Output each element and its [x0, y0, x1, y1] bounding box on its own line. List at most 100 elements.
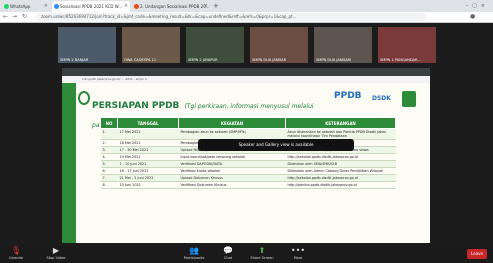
- presentation-slide: PERSIAPAN PPDB (Tgl perkiraan, informasi…: [62, 83, 430, 243]
- shared-url: cdn.ppdb.jabarprov.go.id/ ... 2021 - smp…: [62, 76, 430, 83]
- cell-no: 8.: [100, 181, 118, 189]
- share-screen-button[interactable]: ⬆ Share Screen: [248, 246, 276, 262]
- participants-label: Participants: [183, 256, 205, 260]
- mute-button[interactable]: 🎙 Unmute: [2, 246, 30, 262]
- cell-date: 19 Mei 2021: [117, 153, 179, 161]
- more-icon: •••: [290, 246, 306, 255]
- cell-activity: Input koordinat/peta lampung sekolah: [178, 153, 286, 161]
- participant-tile[interactable]: SMPN 2 BANJAR: [58, 27, 116, 63]
- cell-date: 1 - 10 Juni 2021: [117, 160, 179, 168]
- video-label: Stop Video: [46, 256, 66, 260]
- schedule-table: NO TANGGAL KEGIATAN KETERANGAN 1. 17 Mei…: [100, 117, 396, 189]
- cell-activity: Verifikasi kuota sekolah: [178, 167, 286, 175]
- cell-note: http://sekolah.ppdb.disdik.jabarprov.go.…: [285, 174, 396, 182]
- cell-date: 17 - 30 Mei 2021: [117, 146, 179, 154]
- close-icon[interactable]: ×: [204, 1, 208, 12]
- participant-name: SMPN DUA JANDAR: [252, 58, 287, 62]
- slide-title: PERSIAPAN PPDB: [92, 101, 180, 111]
- slide-title-block: PERSIAPAN PPDB (Tgl perkiraan, informasi…: [92, 93, 327, 129]
- profile-icon[interactable]: ●: [470, 13, 475, 21]
- cell-date: 16 - 17 Juni 2021: [117, 167, 179, 175]
- slide-left-stripe: [62, 83, 76, 243]
- cell-no: 3.: [100, 146, 118, 154]
- zoom-icon: [54, 4, 59, 9]
- participant-name: SMPN DUA JANDARI: [316, 58, 352, 62]
- cell-no: 7.: [100, 174, 118, 182]
- cell-no: 5.: [100, 160, 118, 168]
- chat-button[interactable]: 💬 Chat: [214, 246, 242, 262]
- cell-date: 17 Mei 2021: [117, 128, 179, 140]
- video-camera-icon: ▶: [52, 246, 60, 255]
- browser-tab-bar: WhatsApp × Sosialisasi PPDB 2021 KCD W..…: [0, 0, 493, 12]
- cell-note: Akun diserahkan ke sekolah dan Panitia P…: [285, 128, 396, 140]
- chat-label: Chat: [223, 256, 233, 260]
- speaker-view-banner[interactable]: Speaker and Gallery view is available: [198, 139, 354, 151]
- whatsapp-icon: [4, 4, 9, 9]
- close-icon[interactable]: ×: [44, 1, 48, 12]
- cell-activity: Verifikasi Dokumen Khusus: [178, 181, 286, 189]
- stop-video-button[interactable]: ▶ Stop Video: [42, 246, 70, 262]
- chat-icon: 💬: [223, 246, 233, 255]
- table-row: 4. 19 Mei 2021 Input koordinat/peta lamp…: [100, 153, 396, 161]
- new-tab-button[interactable]: +: [213, 0, 219, 12]
- participant-name: OWA CADESPA 11: [124, 58, 157, 62]
- mute-label: Unmute: [9, 256, 23, 260]
- jabar-emblem-icon: [402, 91, 416, 107]
- participant-name: SMPN 1 PANGANDAR...: [380, 58, 421, 62]
- slide-logo-icon: [78, 91, 90, 105]
- reload-icon[interactable]: ↻: [22, 13, 27, 21]
- window-controls[interactable]: –▢×: [466, 0, 489, 12]
- document-icon: [134, 4, 139, 9]
- leave-button[interactable]: Leave: [467, 249, 487, 259]
- table-row: 6. 16 - 17 Juni 2021 Verifikasi kuota se…: [100, 167, 396, 175]
- participants-button[interactable]: 👥 Participants: [180, 246, 208, 262]
- cell-note: Dilakukan oleh SMA/SMK/SLB: [285, 160, 396, 168]
- participant-tile[interactable]: SMPN DUA JANDAR: [250, 27, 308, 63]
- meeting-controls: 🎙 Unmute ▶ Stop Video 👥 Participants 💬 C…: [0, 245, 493, 263]
- table-row: 5. 1 - 10 Juni 2021 Verifikasi DAPODIK/D…: [100, 160, 396, 168]
- participant-name: SMPN 2 JAYAPUR: [188, 58, 218, 62]
- cell-date: 21 Mei - 5 Juni 2021: [117, 174, 179, 182]
- participant-tile[interactable]: SMPN DUA JANDARI: [314, 27, 372, 63]
- participant-name: SMPN 2 BANJAR: [60, 58, 89, 62]
- back-icon[interactable]: ←: [3, 13, 8, 21]
- cell-no: 2.: [100, 139, 118, 147]
- column-header: KEGIATAN: [178, 117, 286, 129]
- cell-activity: Pembagian akun ke sekolah (SMP/MTs): [178, 128, 286, 140]
- cell-activity: Verifikasi DAPODIK/DATA: [178, 160, 286, 168]
- cell-no: 1.: [100, 128, 118, 140]
- dsdk-logo: DSDK: [372, 95, 391, 102]
- tab-label: Sosialisasi PPDB 2021 KCD W...: [60, 4, 123, 9]
- cell-date: 18 Mei 2021: [117, 139, 179, 147]
- shared-browser-tabs: [62, 68, 430, 76]
- participant-tile[interactable]: SMPN 2 JAYAPUR: [186, 27, 244, 63]
- address-bar: ← → ↻ zoom.us/wc/85263694712/join?track_…: [0, 12, 493, 23]
- participant-tile[interactable]: SMPN 1 PANGANDAR...: [378, 27, 436, 63]
- ppdb-logo: PPDB: [334, 91, 362, 101]
- cell-activity: Upload Dokumen Khusus: [178, 174, 286, 182]
- share-label: Share Screen: [250, 256, 274, 260]
- column-header: TANGGAL: [117, 117, 179, 129]
- table-row: 1. 17 Mei 2021 Pembagian akun ke sekolah…: [100, 128, 396, 140]
- table-header-row: NO TANGGAL KEGIATAN KETERANGAN: [100, 117, 396, 129]
- participant-tile[interactable]: OWA CADESPA 11: [122, 27, 180, 63]
- cell-note: http://sekolah.ppdb.disdik.jabarprov.go.…: [285, 153, 396, 161]
- forward-icon[interactable]: →: [12, 13, 17, 21]
- tab-label: WhatsApp: [10, 4, 31, 9]
- table-row: 8. 10 Juni 2021 Verifikasi Dokumen Khusu…: [100, 181, 396, 189]
- cell-note: http://panitia.ppdb.disdik.jabarprov.go.…: [285, 181, 396, 189]
- microphone-muted-icon: 🎙: [10, 246, 22, 255]
- participants-icon: 👥: [189, 246, 199, 255]
- cell-no: 6.: [100, 167, 118, 175]
- close-icon[interactable]: ×: [124, 1, 128, 12]
- column-header: NO: [100, 117, 118, 129]
- more-label: More: [293, 256, 303, 260]
- url-field[interactable]: zoom.us/wc/85263694712/join?track_id=&jm…: [36, 13, 426, 21]
- tab-zoom[interactable]: Sosialisasi PPDB 2021 KCD W... ×: [52, 1, 130, 12]
- cell-no: 4.: [100, 153, 118, 161]
- cell-date: 10 Juni 2021: [117, 181, 179, 189]
- more-button[interactable]: ••• More: [284, 246, 312, 262]
- tab-whatsapp[interactable]: WhatsApp ×: [2, 1, 50, 12]
- cell-note: Dilakukan oleh Admin Cabang Dinas Pendid…: [285, 167, 396, 175]
- tab-document[interactable]: 2. Undangan Sosialisasi PPDB 20... ×: [132, 1, 210, 12]
